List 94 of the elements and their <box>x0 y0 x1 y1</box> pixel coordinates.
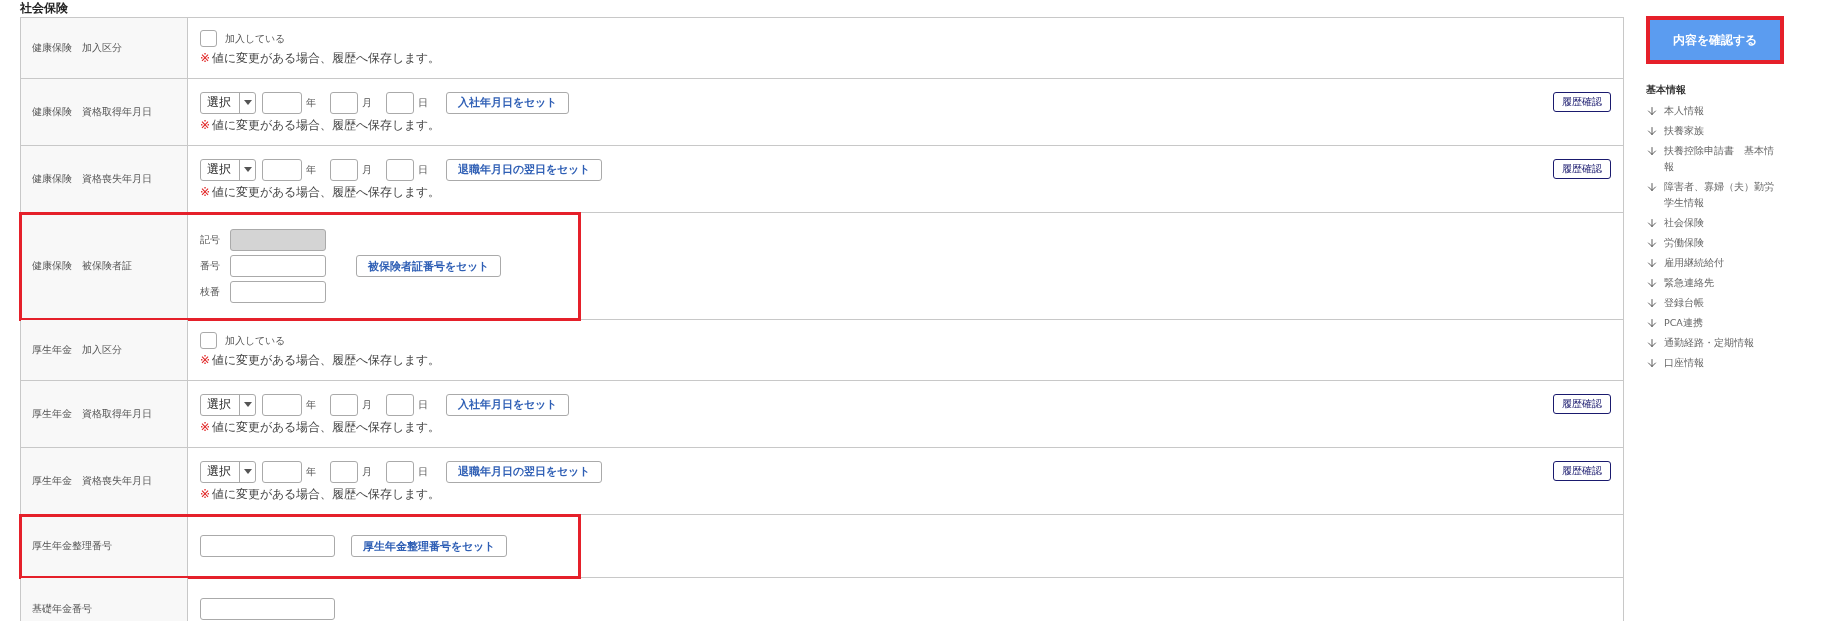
set-date-button[interactable]: 退職年月日の翌日をセット <box>446 158 602 181</box>
era-select[interactable]: 選択 <box>200 158 256 181</box>
day-field[interactable] <box>386 158 414 181</box>
row-label: 厚生年金 資格取得年月日 <box>32 407 152 421</box>
era-select[interactable]: 選択 <box>200 91 256 114</box>
arrow-down-icon <box>1646 357 1658 369</box>
field-label: 記号 <box>200 233 221 247</box>
nav-link[interactable]: 緊急連絡先 <box>1646 273 1806 293</box>
checkbox-label: 加入している <box>225 31 285 46</box>
checkbox[interactable] <box>200 30 217 47</box>
year-field[interactable] <box>262 393 302 416</box>
year-field[interactable] <box>262 91 302 114</box>
arrow-down-icon <box>1646 105 1658 117</box>
history-button[interactable]: 履歴確認 <box>1553 461 1611 481</box>
unit-label: 月 <box>362 464 372 479</box>
field-label: 番号 <box>200 259 221 273</box>
unit-label: 年 <box>306 464 316 479</box>
arrow-down-icon <box>1646 125 1658 137</box>
month-field[interactable] <box>330 91 358 114</box>
field-label: 枝番 <box>200 285 221 299</box>
arrow-down-icon <box>1646 317 1658 329</box>
arrow-down-icon <box>1646 145 1658 157</box>
change-note: ※ 値に変更がある場合、履歴へ保存します。 <box>200 486 442 502</box>
change-note: ※ 値に変更がある場合、履歴へ保存します。 <box>200 353 441 368</box>
row-label: 厚生年金 資格喪失年月日 <box>32 474 152 488</box>
month-field[interactable] <box>330 158 358 181</box>
nav-link[interactable]: 通勤経路・定期情報 <box>1646 333 1806 353</box>
set-date-button[interactable]: 退職年月日の翌日をセット <box>446 460 602 483</box>
card-number-field[interactable] <box>230 255 326 277</box>
unit-label: 日 <box>418 95 428 110</box>
card-number-field[interactable] <box>230 281 326 303</box>
nav-link[interactable]: PCA連携 <box>1646 313 1806 333</box>
unit-label: 年 <box>306 397 316 412</box>
unit-label: 日 <box>418 464 428 479</box>
nav-link[interactable]: 扶養控除申請書 基本情報 <box>1646 141 1806 177</box>
nav-link[interactable]: 本人情報 <box>1646 101 1806 121</box>
unit-label: 月 <box>362 397 372 412</box>
day-field[interactable] <box>386 393 414 416</box>
change-note: ※ 値に変更がある場合、履歴へ保存します。 <box>200 117 442 133</box>
year-field[interactable] <box>262 158 302 181</box>
change-note: ※ 値に変更がある場合、履歴へ保存します。 <box>200 419 442 435</box>
row-label: 健康保険 資格取得年月日 <box>32 105 152 119</box>
day-field[interactable] <box>386 460 414 483</box>
unit-label: 月 <box>362 162 372 177</box>
row-label: 厚生年金 加入区分 <box>32 343 122 357</box>
era-select[interactable]: 選択 <box>200 393 256 416</box>
set-date-button[interactable]: 入社年月日をセット <box>446 91 569 114</box>
arrow-down-icon <box>1646 237 1658 249</box>
history-button[interactable]: 履歴確認 <box>1553 92 1611 112</box>
day-field[interactable] <box>386 91 414 114</box>
arrow-down-icon <box>1646 337 1658 349</box>
era-select[interactable]: 選択 <box>200 460 256 483</box>
month-field[interactable] <box>330 393 358 416</box>
unit-label: 日 <box>418 397 428 412</box>
caret-icon <box>243 167 252 172</box>
arrow-down-icon <box>1646 257 1658 269</box>
caret-icon <box>243 402 252 407</box>
nav-link[interactable]: 登録台帳 <box>1646 293 1806 313</box>
unit-label: 日 <box>418 162 428 177</box>
change-note: ※ 値に変更がある場合、履歴へ保存します。 <box>200 51 441 66</box>
row-label: 健康保険 資格喪失年月日 <box>32 172 152 186</box>
caret-icon <box>243 100 252 105</box>
row-label: 厚生年金整理番号 <box>32 539 112 553</box>
number-field[interactable] <box>200 598 335 620</box>
year-field[interactable] <box>262 460 302 483</box>
caret-icon <box>243 469 252 474</box>
nav-link[interactable]: 労働保険 <box>1646 233 1806 253</box>
history-button[interactable]: 履歴確認 <box>1553 394 1611 414</box>
section-title: 社会保険 <box>20 0 69 17</box>
unit-label: 月 <box>362 95 372 110</box>
arrow-down-icon <box>1646 217 1658 229</box>
checkbox-label: 加入している <box>225 333 285 348</box>
nav-heading: 基本情報 <box>1646 84 1687 97</box>
set-card-number-button[interactable]: 被保険者証番号をセット <box>356 255 501 277</box>
set-number-button[interactable]: 厚生年金整理番号をセット <box>351 535 507 557</box>
set-date-button[interactable]: 入社年月日をセット <box>446 393 569 416</box>
row-label: 基礎年金番号 <box>32 602 92 616</box>
unit-label: 年 <box>306 95 316 110</box>
row-label: 健康保険 被保険者証 <box>32 259 132 273</box>
arrow-down-icon <box>1646 297 1658 309</box>
unit-label: 年 <box>306 162 316 177</box>
nav-link[interactable]: 雇用継続給付 <box>1646 253 1806 273</box>
arrow-down-icon <box>1646 181 1658 193</box>
number-field[interactable] <box>200 535 335 557</box>
history-button[interactable]: 履歴確認 <box>1553 159 1611 179</box>
arrow-down-icon <box>1646 277 1658 289</box>
nav-link[interactable]: 口座情報 <box>1646 353 1806 373</box>
nav-link[interactable]: 扶養家族 <box>1646 121 1806 141</box>
change-note: ※ 値に変更がある場合、履歴へ保存します。 <box>200 184 442 200</box>
row-label: 健康保険 加入区分 <box>32 41 122 55</box>
month-field[interactable] <box>330 460 358 483</box>
nav-link[interactable]: 社会保険 <box>1646 213 1806 233</box>
nav-link[interactable]: 障害者、寡婦（夫）勤労学生情報 <box>1646 177 1806 213</box>
checkbox[interactable] <box>200 332 217 349</box>
